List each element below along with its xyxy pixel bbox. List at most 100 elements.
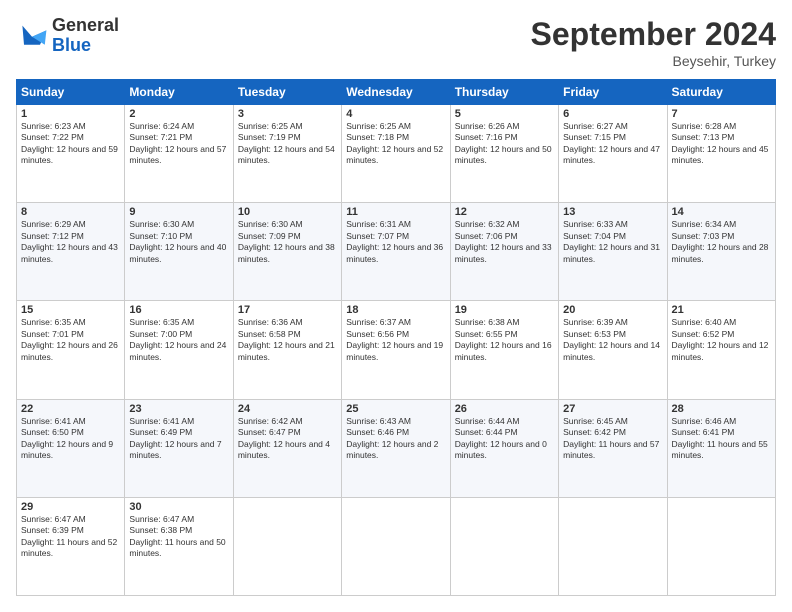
calendar-cell: 9Sunrise: 6:30 AM Sunset: 7:10 PM Daylig… [125,203,233,301]
day-number: 4 [346,108,445,120]
day-info: Sunrise: 6:26 AM Sunset: 7:16 PM Dayligh… [455,121,554,167]
column-header-thursday: Thursday [450,80,558,105]
calendar-cell [667,497,775,595]
day-number: 2 [129,108,228,120]
day-number: 17 [238,304,337,316]
calendar-cell: 15Sunrise: 6:35 AM Sunset: 7:01 PM Dayli… [17,301,125,399]
calendar-cell: 10Sunrise: 6:30 AM Sunset: 7:09 PM Dayli… [233,203,341,301]
calendar-cell: 11Sunrise: 6:31 AM Sunset: 7:07 PM Dayli… [342,203,450,301]
day-number: 26 [455,403,554,415]
column-header-wednesday: Wednesday [342,80,450,105]
calendar-cell: 28Sunrise: 6:46 AM Sunset: 6:41 PM Dayli… [667,399,775,497]
logo-line2: Blue [52,36,119,56]
day-number: 23 [129,403,228,415]
calendar-cell [233,497,341,595]
day-info: Sunrise: 6:27 AM Sunset: 7:15 PM Dayligh… [563,121,662,167]
day-number: 30 [129,501,228,513]
title-block: September 2024 Beysehir, Turkey [531,16,776,69]
calendar-cell: 20Sunrise: 6:39 AM Sunset: 6:53 PM Dayli… [559,301,667,399]
day-info: Sunrise: 6:39 AM Sunset: 6:53 PM Dayligh… [563,317,662,363]
calendar-cell: 3Sunrise: 6:25 AM Sunset: 7:19 PM Daylig… [233,105,341,203]
calendar-cell: 18Sunrise: 6:37 AM Sunset: 6:56 PM Dayli… [342,301,450,399]
day-info: Sunrise: 6:29 AM Sunset: 7:12 PM Dayligh… [21,219,120,265]
column-header-sunday: Sunday [17,80,125,105]
day-info: Sunrise: 6:35 AM Sunset: 7:01 PM Dayligh… [21,317,120,363]
day-number: 19 [455,304,554,316]
day-number: 5 [455,108,554,120]
calendar-cell: 26Sunrise: 6:44 AM Sunset: 6:44 PM Dayli… [450,399,558,497]
day-number: 16 [129,304,228,316]
calendar-body: 1Sunrise: 6:23 AM Sunset: 7:22 PM Daylig… [17,105,776,596]
day-info: Sunrise: 6:43 AM Sunset: 6:46 PM Dayligh… [346,416,445,462]
location: Beysehir, Turkey [531,53,776,69]
calendar-cell: 13Sunrise: 6:33 AM Sunset: 7:04 PM Dayli… [559,203,667,301]
calendar-cell: 7Sunrise: 6:28 AM Sunset: 7:13 PM Daylig… [667,105,775,203]
day-number: 18 [346,304,445,316]
calendar-cell: 29Sunrise: 6:47 AM Sunset: 6:39 PM Dayli… [17,497,125,595]
day-info: Sunrise: 6:33 AM Sunset: 7:04 PM Dayligh… [563,219,662,265]
day-number: 13 [563,206,662,218]
day-number: 15 [21,304,120,316]
day-info: Sunrise: 6:47 AM Sunset: 6:39 PM Dayligh… [21,514,120,560]
day-number: 3 [238,108,337,120]
day-info: Sunrise: 6:25 AM Sunset: 7:18 PM Dayligh… [346,121,445,167]
day-info: Sunrise: 6:42 AM Sunset: 6:47 PM Dayligh… [238,416,337,462]
day-info: Sunrise: 6:36 AM Sunset: 6:58 PM Dayligh… [238,317,337,363]
day-info: Sunrise: 6:44 AM Sunset: 6:44 PM Dayligh… [455,416,554,462]
week-row-2: 8Sunrise: 6:29 AM Sunset: 7:12 PM Daylig… [17,203,776,301]
day-number: 12 [455,206,554,218]
day-number: 29 [21,501,120,513]
day-number: 21 [672,304,771,316]
calendar-cell: 16Sunrise: 6:35 AM Sunset: 7:00 PM Dayli… [125,301,233,399]
day-number: 27 [563,403,662,415]
logo-line1: General [52,16,119,36]
day-number: 6 [563,108,662,120]
logo-icon [16,22,48,50]
calendar-cell: 1Sunrise: 6:23 AM Sunset: 7:22 PM Daylig… [17,105,125,203]
calendar-cell: 4Sunrise: 6:25 AM Sunset: 7:18 PM Daylig… [342,105,450,203]
calendar-cell: 21Sunrise: 6:40 AM Sunset: 6:52 PM Dayli… [667,301,775,399]
day-info: Sunrise: 6:46 AM Sunset: 6:41 PM Dayligh… [672,416,771,462]
day-info: Sunrise: 6:28 AM Sunset: 7:13 PM Dayligh… [672,121,771,167]
page: General Blue September 2024 Beysehir, Tu… [0,0,792,612]
calendar-cell [559,497,667,595]
header-row: SundayMondayTuesdayWednesdayThursdayFrid… [17,80,776,105]
day-number: 9 [129,206,228,218]
week-row-1: 1Sunrise: 6:23 AM Sunset: 7:22 PM Daylig… [17,105,776,203]
calendar-cell: 12Sunrise: 6:32 AM Sunset: 7:06 PM Dayli… [450,203,558,301]
calendar-cell: 30Sunrise: 6:47 AM Sunset: 6:38 PM Dayli… [125,497,233,595]
day-info: Sunrise: 6:38 AM Sunset: 6:55 PM Dayligh… [455,317,554,363]
logo: General Blue [16,16,119,56]
calendar-cell: 2Sunrise: 6:24 AM Sunset: 7:21 PM Daylig… [125,105,233,203]
day-number: 25 [346,403,445,415]
day-number: 28 [672,403,771,415]
calendar-cell: 17Sunrise: 6:36 AM Sunset: 6:58 PM Dayli… [233,301,341,399]
calendar-table: SundayMondayTuesdayWednesdayThursdayFrid… [16,79,776,596]
day-info: Sunrise: 6:31 AM Sunset: 7:07 PM Dayligh… [346,219,445,265]
column-header-saturday: Saturday [667,80,775,105]
day-number: 7 [672,108,771,120]
week-row-4: 22Sunrise: 6:41 AM Sunset: 6:50 PM Dayli… [17,399,776,497]
day-info: Sunrise: 6:47 AM Sunset: 6:38 PM Dayligh… [129,514,228,560]
day-number: 22 [21,403,120,415]
day-info: Sunrise: 6:23 AM Sunset: 7:22 PM Dayligh… [21,121,120,167]
day-info: Sunrise: 6:35 AM Sunset: 7:00 PM Dayligh… [129,317,228,363]
calendar-cell: 25Sunrise: 6:43 AM Sunset: 6:46 PM Dayli… [342,399,450,497]
calendar-cell: 23Sunrise: 6:41 AM Sunset: 6:49 PM Dayli… [125,399,233,497]
day-info: Sunrise: 6:30 AM Sunset: 7:10 PM Dayligh… [129,219,228,265]
calendar-cell: 5Sunrise: 6:26 AM Sunset: 7:16 PM Daylig… [450,105,558,203]
week-row-5: 29Sunrise: 6:47 AM Sunset: 6:39 PM Dayli… [17,497,776,595]
day-info: Sunrise: 6:37 AM Sunset: 6:56 PM Dayligh… [346,317,445,363]
day-number: 14 [672,206,771,218]
calendar-cell: 14Sunrise: 6:34 AM Sunset: 7:03 PM Dayli… [667,203,775,301]
day-info: Sunrise: 6:41 AM Sunset: 6:49 PM Dayligh… [129,416,228,462]
column-header-monday: Monday [125,80,233,105]
day-info: Sunrise: 6:32 AM Sunset: 7:06 PM Dayligh… [455,219,554,265]
day-number: 11 [346,206,445,218]
header: General Blue September 2024 Beysehir, Tu… [16,16,776,69]
calendar-cell: 19Sunrise: 6:38 AM Sunset: 6:55 PM Dayli… [450,301,558,399]
week-row-3: 15Sunrise: 6:35 AM Sunset: 7:01 PM Dayli… [17,301,776,399]
calendar-cell: 27Sunrise: 6:45 AM Sunset: 6:42 PM Dayli… [559,399,667,497]
day-info: Sunrise: 6:24 AM Sunset: 7:21 PM Dayligh… [129,121,228,167]
day-info: Sunrise: 6:34 AM Sunset: 7:03 PM Dayligh… [672,219,771,265]
